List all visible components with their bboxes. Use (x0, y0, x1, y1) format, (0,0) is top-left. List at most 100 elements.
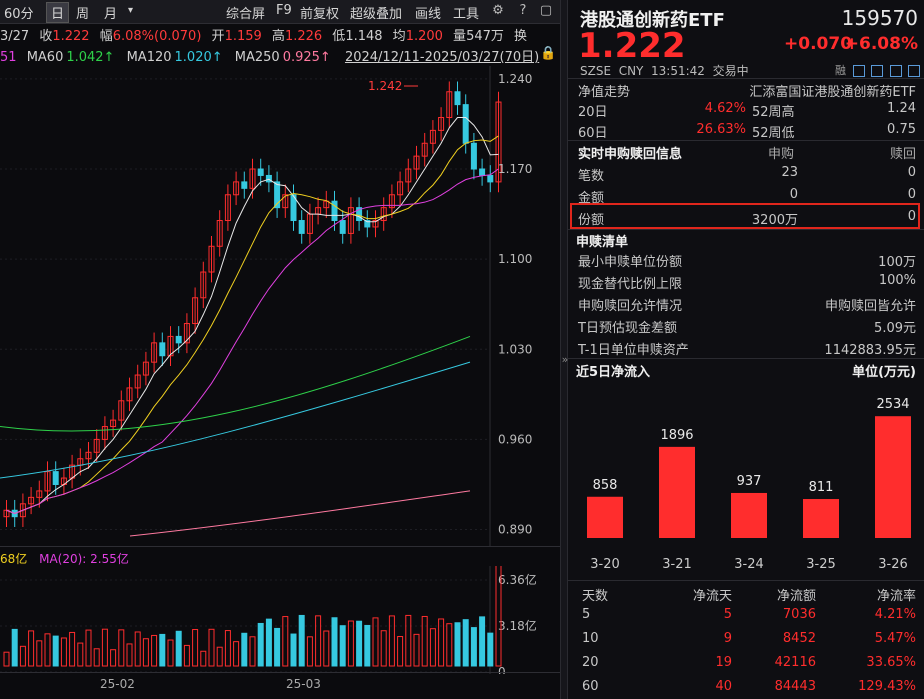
menu-overview[interactable]: 综合屏 (226, 3, 265, 22)
candle-body (488, 175, 493, 181)
flow-table-cell: 33.65% (866, 655, 916, 670)
ma250-label: MA250 (235, 50, 280, 65)
lock-icon[interactable]: 🔒 (540, 46, 556, 61)
volume-bar (307, 637, 312, 666)
flow-table-header-cell: 净流率 (877, 585, 916, 604)
volume-bar (275, 628, 280, 666)
volume-bar (316, 616, 321, 666)
inflow-unit: 单位(万元) (852, 361, 916, 380)
candle-body (463, 105, 468, 144)
ma120-label: MA120 (127, 50, 172, 65)
volume-bar (430, 629, 435, 666)
chart-toolbar: 60分 日 周 月 ▾ 综合屏 F9 前复权 超级叠加 画线 工具 ⚙ ? ▢ (0, 0, 560, 24)
volume-bar (70, 632, 75, 666)
current-price: 1.222 (578, 26, 686, 66)
ma120-value: 1.020↑ (175, 50, 223, 65)
menu-tools[interactable]: 工具 (453, 3, 479, 22)
y-tick-label: 1.030 (498, 342, 532, 356)
volume-bar (29, 631, 34, 666)
y-tick-label: 0.890 (498, 523, 532, 537)
inflow-bar (731, 493, 767, 538)
inflow-value-label: 858 (593, 478, 618, 493)
ma250-value: 0.925↑ (283, 50, 331, 65)
volume-bar (414, 634, 419, 666)
maximize-icon[interactable]: ▢ (538, 3, 554, 19)
expand-icon[interactable] (908, 65, 920, 77)
volume-bar (20, 646, 25, 666)
date-range[interactable]: 2024/12/11-2025/03/27(70日) (345, 50, 539, 65)
list-row-label: T-1日单位申赎资产 (578, 339, 689, 358)
volume-bar (176, 631, 181, 666)
sub-row-label: 笔数 (578, 165, 604, 184)
help-icon[interactable]: ? (515, 3, 531, 19)
divider (568, 580, 924, 581)
list-row-label: 最小申赎单位份额 (578, 251, 682, 270)
menu-draw[interactable]: 画线 (415, 3, 441, 22)
volume-bar (422, 616, 427, 666)
period-dropdown[interactable]: ▾ (128, 5, 133, 16)
flow-table-cell: 60 (582, 679, 599, 694)
inflow-header: 近5日净流入 单位(万元) (568, 358, 924, 380)
quote-date: 3/27 (0, 29, 29, 44)
sub-row-sub: 0 (728, 187, 798, 202)
candles (4, 81, 501, 527)
flow-table-header-cell: 净流额 (777, 585, 816, 604)
list-row-label: T日预估现金差额 (578, 317, 677, 336)
list-row-value: 申购赎回皆允许 (825, 295, 916, 314)
ma20-tail: 51 (0, 50, 17, 65)
volume-bar (299, 615, 304, 666)
flow-table-row: 20194211633.65% (568, 652, 924, 674)
amp-label: 幅 (100, 29, 113, 44)
high-value: 1.226 (285, 29, 322, 44)
volume-bar (389, 616, 394, 666)
w52h-label: 52周高 (752, 101, 795, 120)
volume-bar (406, 615, 411, 666)
period-month-tab[interactable]: 月 (104, 3, 117, 22)
menu-adjust[interactable]: 前复权 (300, 3, 339, 22)
w52h-value: 1.24 (887, 101, 916, 116)
inflow-bar (875, 416, 911, 538)
flow-table-cell: 9 (724, 631, 732, 646)
info-panel: 港股通创新药ETF 159570 1.222 +0.070 +6.08% SZS… (568, 0, 924, 699)
volume-bar (193, 630, 198, 666)
flow-table-row: 5570364.21% (568, 604, 924, 626)
list-header: 申赎清单 (568, 228, 924, 250)
avg-value: 1.200 (406, 29, 443, 44)
d60-label: 60日 (578, 122, 608, 141)
menu-f9[interactable]: F9 (276, 3, 292, 18)
amp-value: 6.08%(0.070) (113, 29, 202, 44)
high-label: 高 (272, 29, 285, 44)
list-row-value: 100万 (878, 251, 916, 270)
flow-table-header: 天数净流天净流额净流率 (568, 582, 924, 604)
period-week-tab[interactable]: 周 (76, 3, 89, 22)
period-60min-tab[interactable]: 60分 (4, 3, 34, 22)
flow-table-cell: 20 (582, 655, 599, 670)
period-day-tab[interactable]: 日 (46, 2, 69, 23)
panel-divider[interactable]: » (560, 0, 568, 699)
w52l-value: 0.75 (887, 122, 916, 137)
volume-bar (160, 634, 165, 666)
d20-value: 4.62% (678, 101, 746, 116)
grid-icon[interactable] (871, 65, 883, 77)
settings-icon[interactable] (890, 65, 902, 77)
volume-bar (184, 645, 189, 666)
y-tick-label: 1.170 (498, 162, 532, 176)
gear-icon[interactable]: ⚙ (490, 3, 506, 19)
volume-bar (4, 652, 9, 666)
edit-icon[interactable] (853, 65, 865, 77)
menu-overlay[interactable]: 超级叠加 (350, 3, 402, 22)
flow-table-cell: 19 (715, 655, 732, 670)
volume-bar (463, 620, 468, 666)
nav-row-60d: 60日 26.63% 52周低 0.75 (568, 119, 924, 141)
inflow-bar (803, 499, 839, 538)
list-row-value: 1142883.95元 (824, 339, 916, 358)
subscribe-title: 实时申购赎回信息 (578, 143, 682, 162)
volume-bar (488, 633, 493, 666)
volume-bar (455, 623, 460, 666)
d20-label: 20日 (578, 101, 608, 120)
volume-bar (381, 631, 386, 666)
price-change-pct: +6.08% (845, 34, 918, 54)
trade-status: 交易中 (713, 64, 749, 78)
ma60-label: MA60 (27, 50, 64, 65)
inflow-value-label: 811 (809, 480, 834, 495)
